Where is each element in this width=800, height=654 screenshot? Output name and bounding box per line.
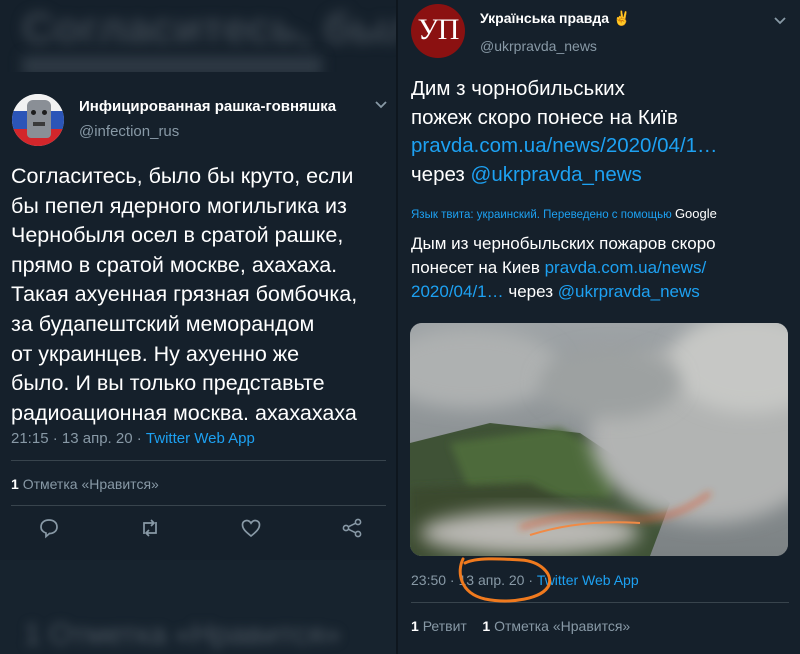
date-highlight-circle [458,557,552,603]
share-icon[interactable] [340,516,364,540]
tweet-source-link[interactable]: Twitter Web App [146,430,255,447]
avatar-logo-text: УП [417,13,460,46]
tweet-time: 23:50 [411,572,447,588]
author-name[interactable]: Инфицированная рашка-говняшка [79,98,336,115]
left-tweet-panel: Согласитесь, было Инфицированная рашка-г… [0,0,396,654]
tweet-text: Согласитесь, было бы круто, если бы пепе… [11,162,395,428]
likes-label: Отметка «Нравится» [494,618,631,634]
blurred-header: Согласитесь, было [0,0,396,72]
like-icon[interactable] [239,516,263,540]
divider [11,505,386,506]
tweet-text-line: Такая ахуенная грязная бомбочка, [11,282,358,307]
translated-line: понесет на Киев [411,258,540,277]
retweet-icon[interactable] [138,516,162,540]
tweet-text-line: за будапештский меморандом [11,311,315,336]
tweet-text-line: пожеж скоро понесе на Київ [411,105,678,129]
tweet-text-line: радиоационная москва. ахахахаха [11,400,357,425]
retweets-number: 1 [411,618,419,634]
tweet-text-line: было. И вы только представьте [11,371,325,396]
author-handle[interactable]: @ukrpravda_news [480,38,597,54]
victory-hand-icon: ✌ [612,10,631,26]
chevron-down-icon[interactable] [374,98,388,112]
tweet-stats: 1 Ретвит 1 Отметка «Нравится» [411,618,630,634]
forest-fire-photo [410,323,788,556]
tweet-text-line: от украинцев. Ну ахуенно же [11,341,300,366]
google-logo: Google [674,206,717,221]
tweet-text-line: прямо в сратой москве, ахахаха. [11,252,338,277]
chevron-down-icon[interactable] [773,14,787,28]
avatar[interactable] [12,94,64,146]
tweet-text-line: Дим з чорнобильських [411,77,625,100]
divider [11,460,386,461]
tweet-media-image[interactable] [410,323,788,556]
blurred-header-text: Согласитесь, было [22,4,396,53]
tweet-text-line: бы пепел ядерного могильгика из [11,193,347,218]
likes-number: 1 [482,618,491,634]
reply-icon[interactable] [37,516,61,540]
tweet-actions [0,516,396,546]
likes-count[interactable]: 1 Отметка «Нравится» [482,618,630,634]
author-handle[interactable]: @infection_rus [79,123,179,140]
likes-label: Отметка «Нравится» [22,476,159,492]
likes-count[interactable]: 1 Отметка «Нравится» [11,476,159,492]
blurred-footer-text: 1 Отметка «Нравится» [24,618,341,651]
tweet-text-line: Чернобыля осел в сратой рашке, [11,223,344,248]
translation-note-text: Язык твита: украинский. Переведено с пом… [411,209,672,221]
likes-number: 1 [11,476,19,492]
retweets-label: Ретвит [422,618,467,634]
avatar[interactable]: УП [411,4,465,58]
blurred-footer: 1 Отметка «Нравится» [0,560,396,654]
translation-note: Язык твита: украинский. Переведено с пом… [411,206,717,221]
mention-link[interactable]: @ukrpravda_news [558,282,700,301]
translated-line: Дым из чернобыльских пожаров скоро [411,234,716,253]
article-link[interactable]: pravda.com.ua/news/ [545,258,707,277]
article-link[interactable]: 2020/04/1… [411,282,504,301]
retweets-count[interactable]: 1 Ретвит [411,618,467,634]
mention-link[interactable]: @ukrpravda_news [471,163,642,186]
tweet-text: Дим з чорнобильських пожеж скоро понесе … [411,75,796,189]
translated-text: Дым из чернобыльских пожаров скоро понес… [411,232,796,304]
tweet-date[interactable]: 13 апр. 20 [62,430,133,447]
tweet-text-line: Согласитесь, было бы круто, если [11,164,354,188]
author-name[interactable]: Українська правда ✌ [480,10,630,27]
article-link[interactable]: pravda.com.ua/news/2020/04/1… [411,134,718,157]
via-text: через [411,162,465,186]
tweet-meta: 21:15 · 13 апр. 20 · Twitter Web App [11,430,255,447]
via-text: через [508,282,554,301]
author-name-text: Українська правда [480,10,610,26]
tweet-time: 21:15 [11,430,49,447]
